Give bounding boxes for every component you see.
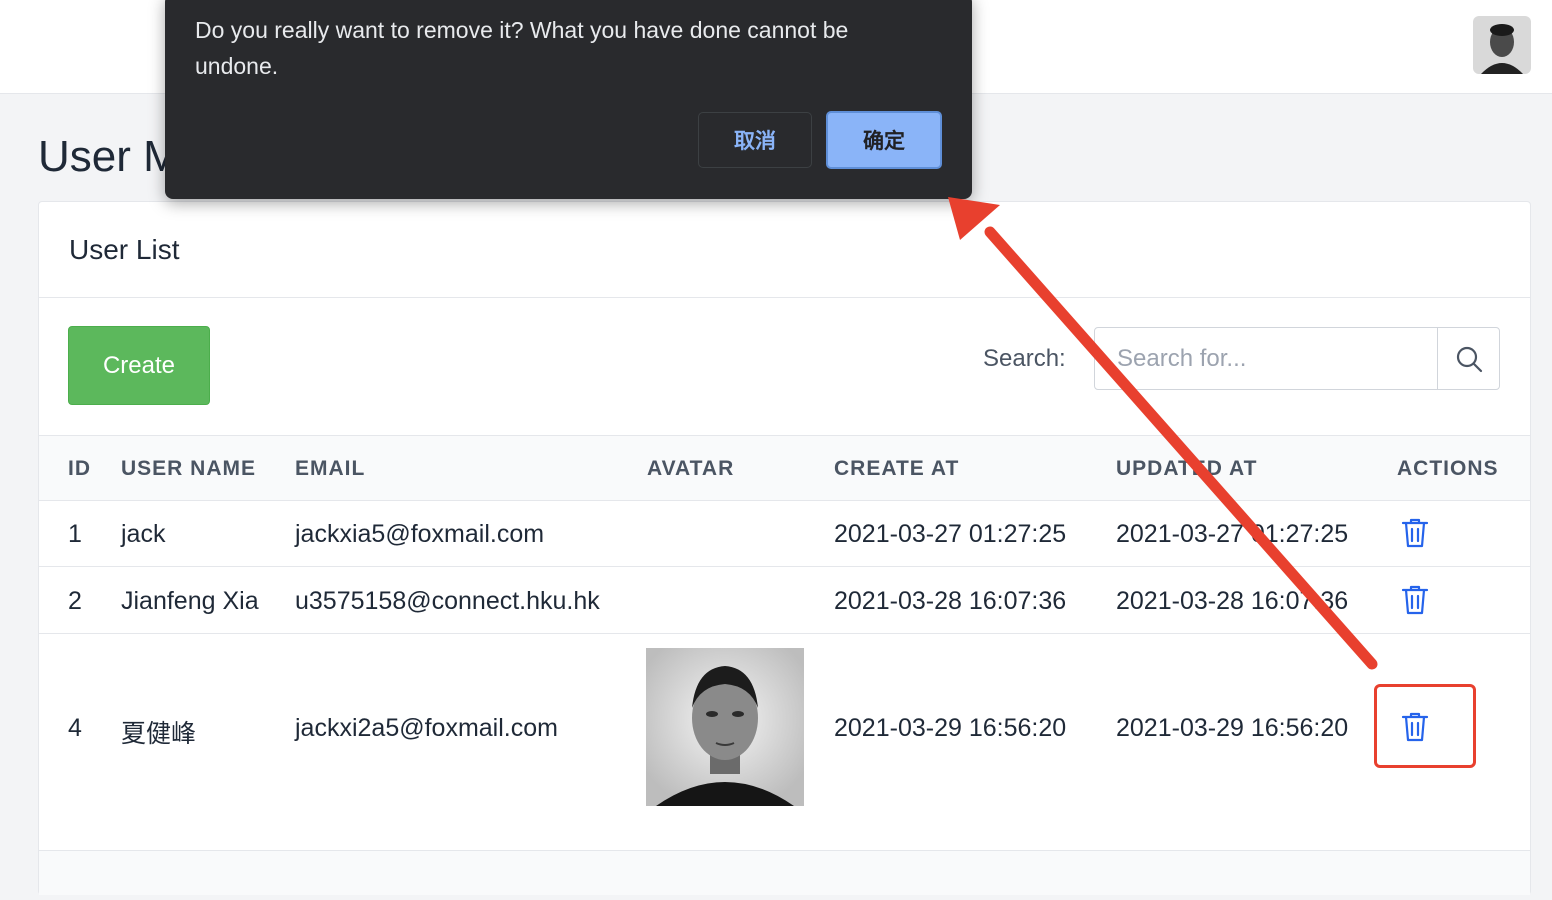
card-header: User List — [39, 202, 1530, 298]
column-header-create-at: CREATE AT — [834, 457, 960, 480]
cell-create-at: 2021-03-29 16:56:20 — [834, 714, 1067, 742]
trash-icon[interactable] — [1401, 584, 1429, 616]
cell-user-name: Jianfeng Xia — [121, 587, 259, 615]
search-icon — [1456, 346, 1483, 372]
search-box — [1094, 327, 1500, 390]
annotation-highlight-box — [1374, 684, 1476, 768]
column-header-avatar: AVATAR — [647, 457, 735, 480]
column-header-id: ID — [68, 457, 91, 480]
search-input[interactable] — [1095, 328, 1437, 389]
table-header: ID USER NAME EMAIL AVATAR CREATE AT UPDA… — [39, 435, 1530, 501]
create-button[interactable]: Create — [68, 326, 210, 405]
cell-user-name: jack — [121, 520, 166, 548]
trash-icon[interactable] — [1401, 517, 1429, 549]
user-photo-icon — [646, 648, 804, 806]
cell-email: u3575158@connect.hku.hk — [295, 587, 600, 615]
confirm-dialog: Do you really want to remove it? What yo… — [165, 0, 972, 199]
cell-id: 2 — [68, 587, 82, 615]
cell-updated-at: 2021-03-28 16:07:36 — [1116, 587, 1349, 615]
cell-user-name: 夏健峰 — [121, 720, 197, 748]
cancel-button[interactable]: 取消 — [698, 112, 812, 168]
cell-updated-at: 2021-03-27 01:27:25 — [1116, 520, 1349, 548]
cell-create-at: 2021-03-27 01:27:25 — [834, 520, 1067, 548]
search-button[interactable] — [1437, 328, 1500, 389]
user-avatar[interactable] — [1473, 16, 1531, 74]
cell-email: jackxia5@foxmail.com — [295, 520, 545, 548]
card-title: User List — [69, 234, 180, 265]
column-header-updated-at: UPDATED AT — [1116, 457, 1258, 480]
confirm-button[interactable]: 确定 — [826, 111, 942, 169]
table-row: 1 jack jackxia5@foxmail.com 2021-03-27 0… — [39, 500, 1530, 567]
cell-updated-at: 2021-03-29 16:56:20 — [1116, 714, 1349, 742]
table-row: 4 夏健峰 jackxi2a5@foxmail.com 2021-03-29 1… — [39, 634, 1530, 820]
search-label: Search: — [983, 345, 1066, 372]
user-list-card: User List Create Search: ID USER NAME EM… — [38, 201, 1531, 895]
user-avatar-photo-icon — [1473, 16, 1531, 74]
cell-id: 1 — [68, 520, 82, 548]
card-footer — [39, 850, 1530, 895]
dialog-message: Do you really want to remove it? What yo… — [195, 17, 849, 79]
cell-create-at: 2021-03-28 16:07:36 — [834, 587, 1067, 615]
cell-email: jackxi2a5@foxmail.com — [295, 714, 558, 742]
column-header-user-name: USER NAME — [121, 457, 257, 480]
cell-id: 4 — [68, 714, 82, 742]
table-row: 2 Jianfeng Xia u3575158@connect.hku.hk 2… — [39, 567, 1530, 634]
column-header-email: EMAIL — [295, 457, 366, 480]
column-header-actions: ACTIONS — [1397, 457, 1499, 480]
page-title: User M — [38, 132, 180, 181]
